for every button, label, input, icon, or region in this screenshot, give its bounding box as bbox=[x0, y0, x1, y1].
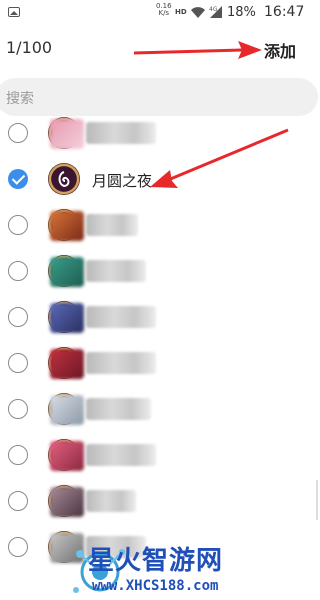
network-speed: 0.16 K/s bbox=[156, 2, 172, 17]
selection-count: 1/100 bbox=[6, 38, 53, 57]
contact-row[interactable] bbox=[0, 294, 320, 340]
clock: 16:47 bbox=[264, 4, 305, 20]
hd-icon: HD bbox=[175, 8, 187, 16]
annotation-arrow-add bbox=[133, 41, 262, 59]
redacted-avatar bbox=[50, 487, 84, 517]
avatar bbox=[48, 163, 80, 195]
redacted-name bbox=[86, 398, 151, 420]
watermark-url: www.XHCS188.com bbox=[92, 578, 219, 594]
checkbox-unchecked[interactable] bbox=[8, 261, 28, 281]
redacted-name bbox=[86, 306, 156, 328]
redacted-avatar bbox=[50, 349, 84, 379]
scrollbar[interactable] bbox=[316, 480, 318, 520]
redacted-avatar bbox=[50, 119, 84, 149]
contact-row[interactable] bbox=[0, 202, 320, 248]
redacted-name bbox=[86, 122, 156, 144]
contact-row[interactable] bbox=[0, 432, 320, 478]
contact-row[interactable]: 月圆之夜 bbox=[0, 156, 320, 202]
redacted-avatar bbox=[50, 211, 84, 241]
redacted-name bbox=[86, 490, 136, 512]
checkbox-unchecked[interactable] bbox=[8, 353, 28, 373]
checkbox-unchecked[interactable] bbox=[8, 307, 28, 327]
contact-row[interactable] bbox=[0, 110, 320, 156]
signal-icon: 4G bbox=[209, 6, 222, 18]
checkbox-unchecked[interactable] bbox=[8, 399, 28, 419]
wifi-icon bbox=[191, 7, 205, 18]
checkbox-unchecked[interactable] bbox=[8, 215, 28, 235]
add-button[interactable]: 添加 bbox=[264, 38, 296, 62]
redacted-name bbox=[86, 352, 156, 374]
watermark-title: 星火智游网 bbox=[88, 546, 224, 576]
redacted-name bbox=[86, 444, 156, 466]
redacted-avatar bbox=[50, 257, 84, 287]
battery-level: 18% bbox=[227, 5, 256, 20]
redacted-avatar bbox=[50, 303, 84, 333]
checkbox-unchecked[interactable] bbox=[8, 537, 28, 557]
checkbox-unchecked[interactable] bbox=[8, 491, 28, 511]
search-placeholder: 搜索 bbox=[6, 91, 34, 107]
status-bar: 0.16 K/s HD 4G 18% 16:47 bbox=[0, 0, 320, 26]
redacted-name bbox=[86, 214, 138, 236]
svg-text:4G: 4G bbox=[209, 6, 218, 13]
checkbox-unchecked[interactable] bbox=[8, 123, 28, 143]
contact-row[interactable] bbox=[0, 248, 320, 294]
contact-row[interactable] bbox=[0, 478, 320, 524]
redacted-name bbox=[86, 260, 146, 282]
checkbox-unchecked[interactable] bbox=[8, 445, 28, 465]
contact-row[interactable] bbox=[0, 340, 320, 386]
contact-name: 月圆之夜 bbox=[92, 172, 153, 190]
contact-row[interactable] bbox=[0, 386, 320, 432]
redacted-avatar bbox=[50, 441, 84, 471]
checkbox-checked[interactable] bbox=[8, 169, 28, 189]
image-notification-icon bbox=[8, 7, 20, 17]
redacted-avatar bbox=[50, 395, 84, 425]
